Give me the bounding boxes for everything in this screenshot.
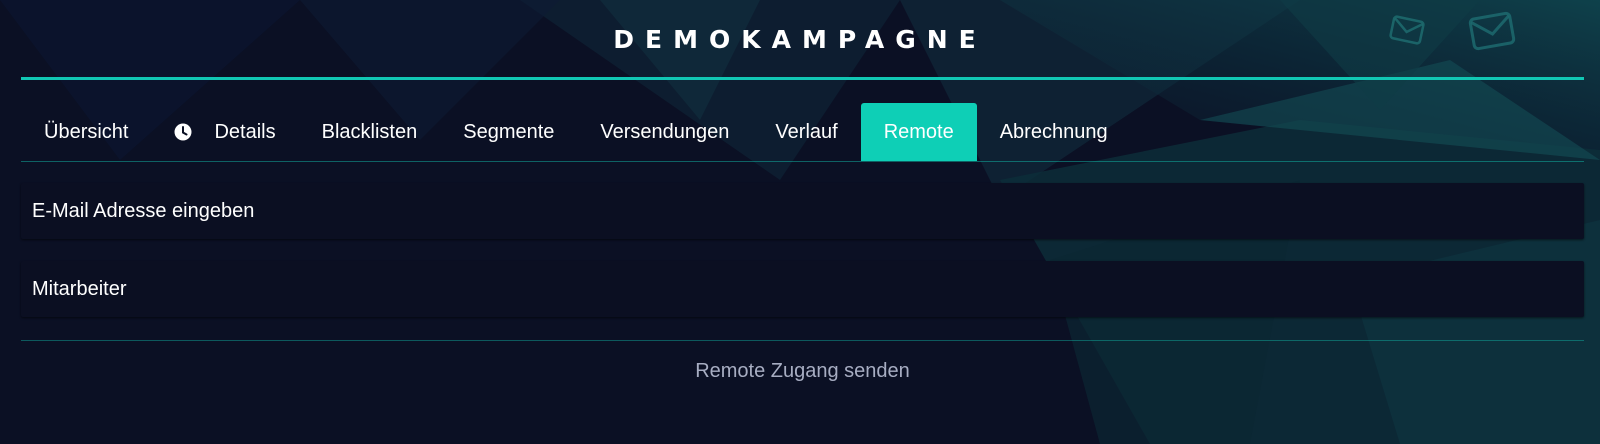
tab-label: Details [214, 120, 276, 143]
title-underline [21, 77, 1584, 80]
tab-abrechnung[interactable]: Abrechnung [977, 103, 1131, 161]
tab-label: Versendungen [600, 120, 730, 143]
page-title: DEMOKAMPAGNE [613, 25, 987, 54]
campaign-page: DEMOKAMPAGNE Übersicht Details Blacklist… [0, 0, 1600, 444]
email-field-container [21, 183, 1584, 239]
tab-uebersicht[interactable]: Übersicht [21, 103, 151, 161]
tab-verlauf[interactable]: Verlauf [752, 103, 860, 161]
tab-label: Verlauf [775, 120, 838, 143]
employee-field[interactable] [21, 261, 1584, 317]
employee-field-container [21, 261, 1584, 317]
form-divider [21, 340, 1584, 341]
email-field[interactable] [21, 183, 1584, 239]
tab-details[interactable]: Details [151, 103, 298, 161]
tab-label: Segmente [463, 120, 555, 143]
tab-label: Abrechnung [999, 120, 1108, 143]
tab-label: Übersicht [44, 120, 129, 143]
clock-icon [174, 123, 192, 141]
tab-remote[interactable]: Remote [860, 103, 977, 161]
tab-bar: Übersicht Details Blacklisten Segmente V… [21, 103, 1584, 162]
tab-label: Blacklisten [321, 120, 418, 143]
send-remote-access-button[interactable]: Remote Zugang senden [21, 355, 1584, 387]
tab-versendungen[interactable]: Versendungen [577, 103, 752, 161]
tab-blacklisten[interactable]: Blacklisten [299, 103, 441, 161]
tab-segmente[interactable]: Segmente [440, 103, 577, 161]
tab-label: Remote [883, 120, 954, 143]
